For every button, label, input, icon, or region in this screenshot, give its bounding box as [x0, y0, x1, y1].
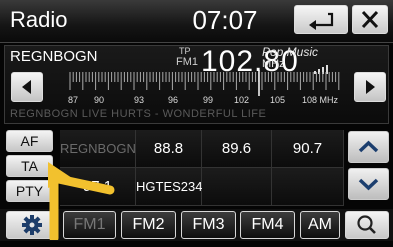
scroll-down-button[interactable] — [348, 168, 389, 200]
chevron-up-icon — [358, 140, 379, 153]
band-button-fm3[interactable]: FM3 — [181, 211, 236, 239]
close-icon — [361, 10, 379, 29]
station-name: REGNBOGN — [10, 48, 98, 65]
back-arrow-icon — [309, 12, 334, 30]
frequency-scale: 87 90 93 96 99 102 105 108 MHz — [68, 70, 340, 105]
preset-item[interactable]: 89.6 — [202, 130, 272, 168]
band-indicator: FM1 — [176, 56, 198, 68]
back-button[interactable] — [294, 5, 348, 34]
left-triangle-icon — [22, 80, 31, 94]
preset-item[interactable]: HGTES234 — [136, 168, 202, 206]
search-icon — [357, 215, 376, 234]
seek-down-button[interactable] — [11, 72, 43, 102]
right-triangle-icon — [366, 80, 375, 94]
pty-label: Pop Music — [262, 45, 319, 59]
scale-label: 99 — [203, 95, 213, 105]
scale-label: 96 — [168, 95, 178, 105]
close-button[interactable] — [352, 5, 388, 34]
app-title: Radio — [10, 7, 68, 32]
chevron-down-icon — [358, 178, 379, 191]
scale-label: 105 — [270, 95, 285, 105]
scale-label: 90 — [94, 95, 104, 105]
scale-label: 108 MHz — [302, 95, 339, 105]
scale-label: 87 — [68, 95, 78, 105]
af-button[interactable]: AF — [6, 130, 53, 152]
pointer-arrow-icon — [48, 162, 115, 240]
preset-item[interactable]: 88.8 — [136, 130, 202, 168]
clock: 07:07 — [192, 5, 258, 35]
band-button-fm4[interactable]: FM4 — [240, 211, 295, 239]
preset-item[interactable]: 90.7 — [272, 130, 344, 168]
scroll-up-button[interactable] — [348, 131, 389, 163]
search-button[interactable] — [345, 211, 389, 239]
preset-item[interactable] — [272, 168, 344, 206]
scale-label: 102 — [234, 95, 249, 105]
seek-up-button[interactable] — [354, 72, 386, 102]
radio-text: REGNBOGN LIVE HURTS - WONDERFUL LIFE — [10, 108, 267, 120]
tp-indicator: TP — [179, 46, 191, 56]
scale-label: 93 — [134, 95, 144, 105]
preset-item[interactable] — [202, 168, 272, 206]
band-button-am[interactable]: AM — [300, 211, 340, 239]
